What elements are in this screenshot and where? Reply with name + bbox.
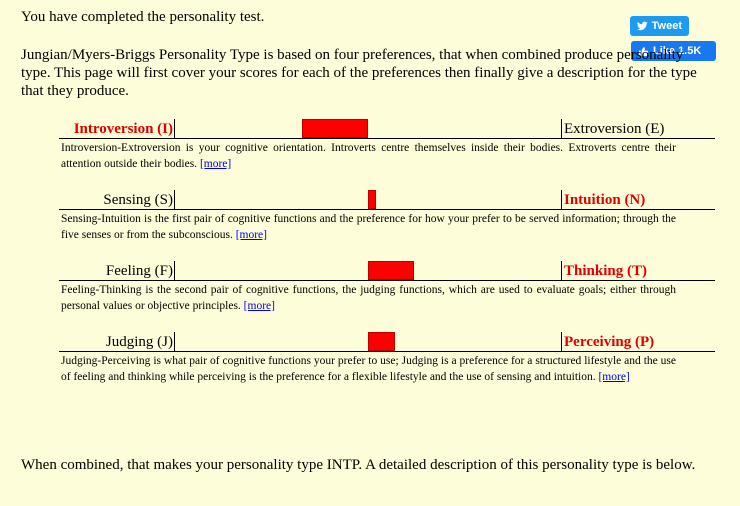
scale-left-label: Introversion (I) [73, 121, 173, 137]
completion-message: You have completed the personality test. [21, 9, 265, 25]
divider [59, 209, 715, 210]
scale-description: Sensing-Intuition is the first pair of c… [61, 211, 676, 243]
divider [59, 280, 715, 281]
scale-fill [302, 119, 368, 138]
more-link[interactable]: [more] [598, 371, 629, 383]
scale-track [174, 261, 562, 281]
scale-track [174, 332, 562, 352]
intro-explanation: Jungian/Myers-Briggs Personality Type is… [21, 47, 697, 99]
twitter-bird-icon [637, 21, 648, 31]
scale-left-label: Feeling (F) [105, 263, 173, 279]
scale-right-label: Perceiving (P) [564, 334, 655, 350]
more-link[interactable]: [more] [244, 300, 275, 312]
description-text: Judging-Perceiving is what pair of cogni… [61, 355, 676, 383]
result-summary: When combined, that makes your personali… [21, 457, 696, 473]
tweet-label: Tweet [651, 20, 682, 32]
scale-left-label: Sensing (S) [103, 192, 173, 208]
scale-right-label: Extroversion (E) [564, 121, 665, 137]
scale-sensing-intuition: Sensing (S) Intuition (N) Sensing-Intuit… [0, 190, 740, 256]
scale-right-label: Intuition (N) [564, 192, 646, 208]
scale-description: Judging-Perceiving is what pair of cogni… [61, 353, 676, 385]
scale-fill [368, 261, 415, 280]
divider [59, 351, 715, 352]
description-text: Feeling-Thinking is the second pair of c… [61, 284, 676, 312]
scale-right-label: Thinking (T) [564, 263, 647, 279]
divider [59, 138, 715, 139]
description-text: Introversion-Extroversion is your cognit… [61, 142, 676, 170]
more-link[interactable]: [more] [200, 158, 231, 170]
more-link[interactable]: [more] [236, 229, 267, 241]
description-text: Sensing-Intuition is the first pair of c… [61, 213, 676, 241]
scale-description: Introversion-Extroversion is your cognit… [61, 140, 676, 172]
scale-judging-perceiving: Judging (J) Perceiving (P) Judging-Perce… [0, 332, 740, 412]
scale-introversion-extroversion: Introversion (I) Extroversion (E) Introv… [0, 119, 740, 185]
scale-fill [368, 190, 376, 209]
scale-description: Feeling-Thinking is the second pair of c… [61, 282, 676, 314]
scale-feeling-thinking: Feeling (F) Thinking (T) Feeling-Thinkin… [0, 261, 740, 327]
scale-track [174, 190, 562, 210]
scale-track [174, 119, 562, 139]
tweet-button[interactable]: Tweet [630, 16, 689, 36]
scale-fill [368, 332, 396, 351]
scale-left-label: Judging (J) [105, 334, 173, 350]
